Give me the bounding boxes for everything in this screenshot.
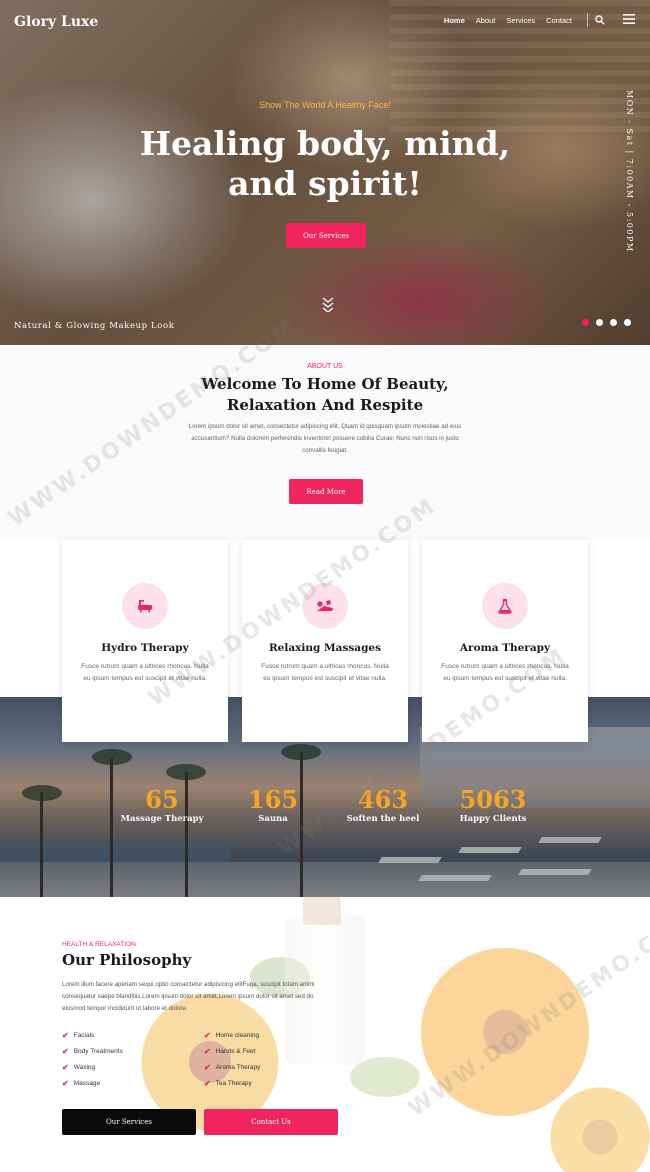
feature-label: Hands & Feet — [215, 1048, 256, 1055]
feature-item: ✔ Tea Therapy — [204, 1079, 252, 1088]
feature-label: Facials — [73, 1032, 95, 1039]
hero-section: Glory Luxe Home About Services Contact S… — [0, 0, 650, 345]
hero-title-line2: and spirit! — [228, 164, 422, 203]
stat-label: Massage Therapy — [120, 814, 204, 824]
slider-dot[interactable] — [582, 319, 589, 326]
philosophy-section: HEALTH & RELAXATION Our Philosophy Lorem… — [0, 897, 650, 1172]
feature-label: Massage — [73, 1080, 101, 1087]
read-more-button[interactable]: Read More — [289, 479, 363, 504]
stat-heel: 463 Soften the heel — [328, 785, 438, 825]
about-title: Welcome To Home Of Beauty, Relaxation An… — [0, 374, 650, 416]
hero-title-line1: Healing body, mind, — [139, 124, 511, 163]
feature-label: Waxing — [73, 1064, 96, 1071]
brand-logo[interactable]: Glory Luxe — [14, 14, 98, 30]
check-icon: ✔ — [204, 1047, 211, 1056]
service-title: Relaxing Massages — [268, 642, 382, 654]
about-title-line2: Relaxation And Respite — [226, 396, 424, 414]
check-icon: ✔ — [62, 1047, 69, 1056]
philosophy-title: Our Philosophy — [62, 951, 192, 969]
nav-services[interactable]: Services — [506, 16, 535, 25]
main-nav: Home About Services Contact — [444, 16, 572, 25]
nav-about[interactable]: About — [476, 16, 496, 25]
feature-item: ✔ Home cleaning — [204, 1031, 259, 1040]
about-text: Lorem ipsum dolor sit amet, consectetur … — [188, 423, 462, 454]
stat-label: Happy Clients — [459, 814, 527, 824]
stat-value: 463 — [357, 785, 409, 814]
check-icon: ✔ — [204, 1063, 211, 1072]
feature-item: ✔ Waxing — [62, 1063, 95, 1072]
feature-item: ✔ Aroma Therapy — [204, 1063, 260, 1072]
feature-item: ✔ Body Treatments — [62, 1047, 123, 1056]
menu-icon[interactable] — [623, 14, 635, 24]
about-section: ABOUT US Welcome To Home Of Beauty, Rela… — [0, 345, 650, 540]
service-icon-wrap — [482, 583, 528, 629]
about-label: ABOUT US — [307, 363, 343, 370]
feature-label: Tea Therapy — [215, 1080, 252, 1087]
service-text: Fusce rutrum quam a ultrices rhoncus. Nu… — [81, 663, 209, 682]
stat-clients: 5063 Happy Clients — [438, 785, 548, 825]
search-icon[interactable] — [595, 15, 605, 25]
our-services-button[interactable]: Our Services — [62, 1109, 196, 1135]
check-icon: ✔ — [62, 1031, 69, 1040]
stat-label: Sauna — [258, 814, 288, 824]
service-text: Fusce rutrum quam a ultrices rhoncus. Nu… — [441, 663, 569, 682]
service-title: Hydro Therapy — [101, 642, 189, 654]
stat-label: Soften the heel — [346, 814, 420, 824]
service-text: Fusce rutrum quam a ultrices rhoncus. Nu… — [261, 663, 389, 682]
nav-home[interactable]: Home — [444, 16, 465, 25]
contact-us-button[interactable]: Contact Us — [204, 1109, 338, 1135]
bathtub-icon — [138, 600, 152, 613]
slider-dots — [582, 319, 631, 326]
slider-dot[interactable] — [624, 319, 631, 326]
hero-services-button[interactable]: Our Services — [286, 223, 366, 248]
hero-title: Healing body, mind, and spirit! — [0, 124, 650, 204]
about-title-line1: Welcome To Home Of Beauty, — [201, 375, 449, 393]
feature-label: Aroma Therapy — [215, 1064, 261, 1071]
opening-hours: MON - Sat | 7:00AM - 5:00PM — [625, 90, 634, 253]
service-icon-wrap — [122, 583, 168, 629]
check-icon: ✔ — [204, 1079, 211, 1088]
service-card-hydro[interactable]: Hydro Therapy Fusce rutrum quam a ultric… — [62, 540, 228, 742]
slider-dot[interactable] — [610, 319, 617, 326]
feature-label: Body Treatments — [73, 1048, 123, 1055]
feature-item: ✔ Hands & Feet — [204, 1047, 255, 1056]
chevron-down-icon[interactable] — [322, 296, 334, 312]
check-icon: ✔ — [62, 1079, 69, 1088]
nav-contact[interactable]: Contact — [546, 16, 572, 25]
service-icon-wrap — [302, 583, 348, 629]
service-title: Aroma Therapy — [459, 642, 551, 654]
check-icon: ✔ — [204, 1031, 211, 1040]
check-icon: ✔ — [62, 1063, 69, 1072]
service-card-massage[interactable]: Relaxing Massages Fusce rutrum quam a ul… — [242, 540, 408, 742]
stat-value: 5063 — [459, 785, 527, 814]
stat-sauna: 165 Sauna — [218, 785, 328, 825]
philosophy-text: Lorem illum facere aperiam sequi optio c… — [62, 981, 315, 1012]
philosophy-label: HEALTH & RELAXATION — [62, 941, 136, 948]
feature-label: Home cleaning — [215, 1032, 260, 1039]
massage-icon — [317, 600, 333, 611]
hero-tagline: Show The World A Healthy Face! — [259, 100, 391, 110]
nav-divider — [587, 13, 588, 27]
feature-item: ✔ Massage — [62, 1079, 100, 1088]
service-card-aroma[interactable]: Aroma Therapy Fusce rutrum quam a ultric… — [422, 540, 588, 742]
feature-item: ✔ Facials — [62, 1031, 94, 1040]
flask-icon — [498, 599, 512, 614]
slider-dot[interactable] — [596, 319, 603, 326]
stat-value: 65 — [145, 785, 179, 814]
stat-massage: 65 Massage Therapy — [107, 785, 217, 825]
hero-caption: Natural & Glowing Makeup Look — [14, 321, 175, 331]
stat-value: 165 — [247, 785, 299, 814]
